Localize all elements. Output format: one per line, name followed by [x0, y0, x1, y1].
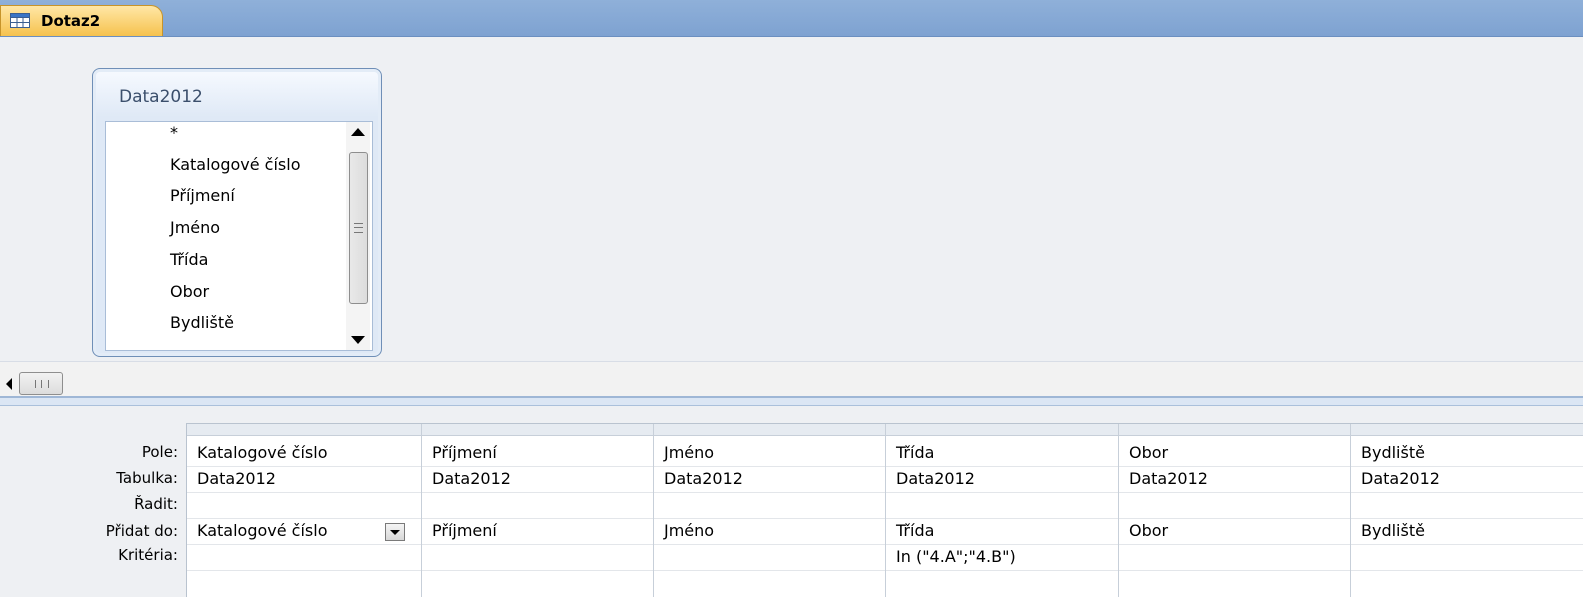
scrollbar-thumb[interactable] — [349, 152, 368, 304]
grip-icon — [35, 380, 49, 388]
cell-show[interactable]: Jméno — [664, 521, 714, 540]
grid-column[interactable]: Bydliště Data2012 Bydliště — [1351, 424, 1583, 597]
row-label-field: Pole: — [141, 443, 178, 461]
row-label-table: Tabulka: — [116, 469, 178, 487]
tab-title: Dotaz2 — [41, 12, 101, 30]
cell-field[interactable]: Jméno — [664, 443, 714, 462]
cell-field[interactable]: Bydliště — [1361, 443, 1425, 462]
qbe-grid[interactable]: Katalogové číslo Data2012 Katalogové čís… — [186, 423, 1583, 597]
horizontal-scrollbar-thumb[interactable] — [19, 372, 63, 395]
dropdown-arrow-icon[interactable] — [385, 523, 405, 541]
grid-column[interactable]: Obor Data2012 Obor — [1119, 424, 1351, 597]
table-title[interactable]: Data2012 — [119, 87, 203, 107]
column-selector[interactable] — [187, 424, 421, 436]
cell-table[interactable]: Data2012 — [896, 469, 975, 488]
cell-field[interactable]: Příjmení — [432, 443, 497, 462]
cell-show[interactable]: Obor — [1129, 521, 1168, 540]
column-selector[interactable] — [422, 424, 653, 436]
document-tab-bar: Dotaz2 — [0, 0, 1583, 37]
chevron-up-icon[interactable] — [351, 128, 365, 136]
cell-show[interactable]: Bydliště — [1361, 521, 1425, 540]
tab-dotaz2[interactable]: Dotaz2 — [0, 5, 163, 36]
field-item-katalogove-cislo[interactable]: Katalogové číslo — [170, 154, 300, 176]
cell-table[interactable]: Data2012 — [664, 469, 743, 488]
grip-icon — [354, 223, 363, 233]
field-list-scrollbar[interactable] — [346, 122, 370, 350]
field-item-trida[interactable]: Třída — [170, 249, 208, 271]
grid-column[interactable]: Katalogové číslo Data2012 Katalogové čís… — [187, 424, 422, 597]
cell-field[interactable]: Třída — [896, 443, 934, 462]
column-selector[interactable] — [654, 424, 885, 436]
cell-criteria[interactable]: In ("4.A";"4.B") — [896, 547, 1016, 566]
field-item-obor[interactable]: Obor — [170, 281, 209, 303]
cell-show[interactable]: Třída — [896, 521, 934, 540]
chevron-left-icon[interactable] — [6, 378, 12, 390]
cell-table[interactable]: Data2012 — [1361, 469, 1440, 488]
qbe-grid-area: Pole: Tabulka: Řadit: Přidat do: Kritéri… — [0, 406, 1583, 597]
cell-table[interactable]: Data2012 — [432, 469, 511, 488]
row-label-sort: Řadit: — [134, 495, 178, 513]
column-selector[interactable] — [1351, 424, 1583, 436]
row-label-show: Přidat do: — [105, 522, 178, 540]
row-label-criteria: Kritéria: — [118, 546, 178, 564]
field-item-jmeno[interactable]: Jméno — [170, 217, 220, 239]
cell-show[interactable]: Katalogové číslo — [197, 521, 327, 540]
grid-column[interactable]: Třída Data2012 Třída In ("4.A";"4.B") — [886, 424, 1119, 597]
cell-field[interactable]: Katalogové číslo — [197, 443, 327, 462]
field-list[interactable]: * Katalogové číslo Příjmení Jméno Třída … — [105, 121, 373, 351]
grid-column[interactable]: Jméno Data2012 Jméno — [654, 424, 886, 597]
field-item-all[interactable]: * — [170, 122, 178, 144]
chevron-down-icon[interactable] — [351, 336, 365, 344]
column-selector[interactable] — [1119, 424, 1350, 436]
grid-column[interactable]: Příjmení Data2012 Příjmení — [422, 424, 654, 597]
field-item-prijmeni[interactable]: Příjmení — [170, 185, 235, 207]
cell-show[interactable]: Příjmení — [432, 521, 497, 540]
cell-field[interactable]: Obor — [1129, 443, 1168, 462]
query-table-icon — [10, 13, 30, 28]
column-selector[interactable] — [886, 424, 1118, 436]
pane-splitter[interactable] — [0, 396, 1583, 406]
field-item-bydliste[interactable]: Bydliště — [170, 312, 234, 334]
cell-table[interactable]: Data2012 — [197, 469, 276, 488]
table-field-list-data2012[interactable]: Data2012 * Katalogové číslo Příjmení Jmé… — [92, 68, 382, 357]
cell-table[interactable]: Data2012 — [1129, 469, 1208, 488]
